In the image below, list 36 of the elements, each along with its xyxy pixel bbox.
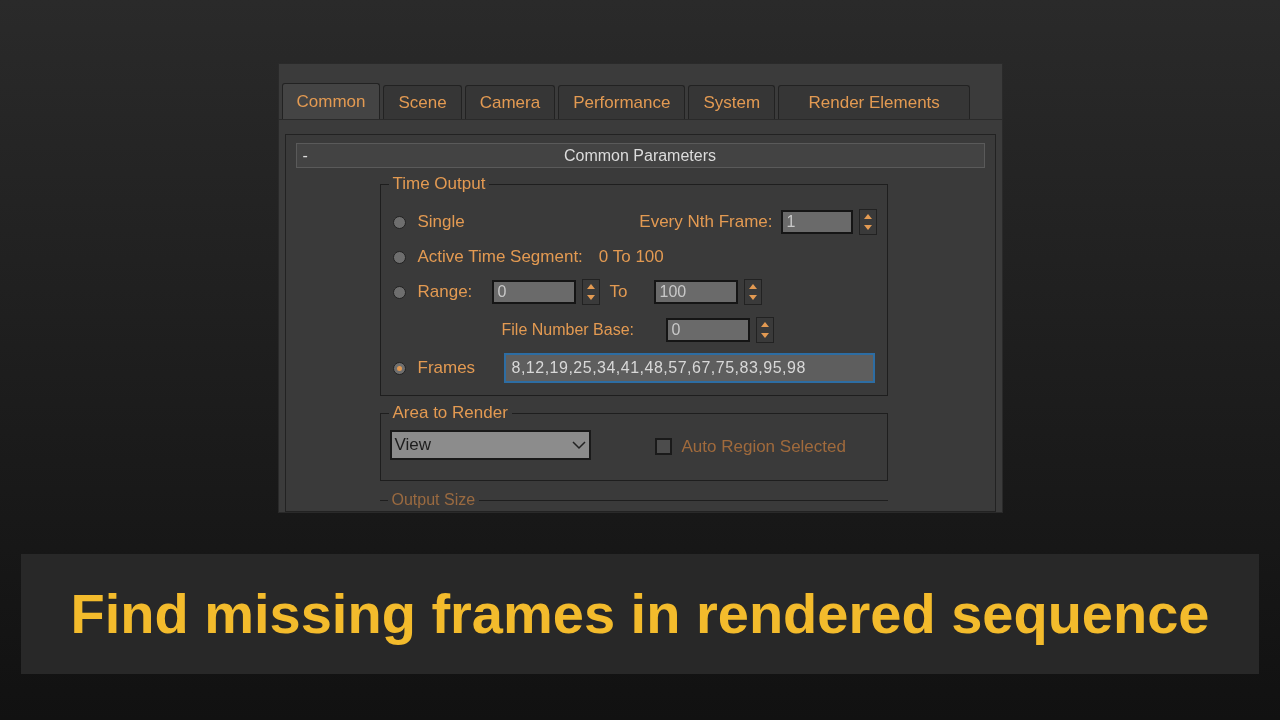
frames-field[interactable]: 8,12,19,25,34,41,48,57,67,75,83,95,98: [503, 353, 875, 383]
segment-value: 0 To 100: [598, 246, 664, 269]
radio-button[interactable]: [392, 215, 406, 229]
tab[interactable]: Render Elements: [778, 85, 971, 119]
number-field[interactable]: 0: [665, 318, 750, 342]
field-label: To: [609, 281, 629, 304]
field-label: File Number Base:: [501, 320, 635, 340]
spinner-icon[interactable]: [743, 279, 762, 305]
chevron-down-icon: [571, 440, 586, 450]
field-label: Every Nth Frame:: [639, 211, 773, 234]
spinner-icon[interactable]: [581, 279, 600, 305]
tab[interactable]: System: [688, 85, 776, 119]
spinner-icon[interactable]: [755, 317, 774, 343]
option-label: Frames: [417, 357, 477, 380]
tab[interactable]: Performance: [558, 85, 686, 119]
group-title: Time Output: [388, 174, 490, 194]
checkbox-label: Auto Region Selected: [681, 436, 846, 458]
option-label: Single: [417, 211, 465, 234]
number-field[interactable]: 100: [653, 280, 738, 304]
caption-text: Find missing frames in rendered sequence: [70, 581, 1210, 647]
radio-button[interactable]: [392, 285, 406, 299]
area-dropdown[interactable]: View: [389, 430, 591, 460]
radio-button[interactable]: [392, 250, 406, 264]
number-field[interactable]: 1: [780, 210, 853, 234]
tab[interactable]: Scene: [383, 85, 462, 119]
rollout-header[interactable]: - Common Parameters: [295, 143, 985, 168]
number-field[interactable]: 0: [491, 280, 576, 304]
group-title: Output Size: [387, 490, 480, 510]
tab[interactable]: Camera: [464, 85, 556, 119]
option-label: Range:: [417, 281, 474, 304]
collapse-toggle[interactable]: -: [302, 143, 315, 168]
option-label: Active Time Segment:: [417, 246, 583, 269]
rollout-title: Common Parameters: [563, 145, 716, 166]
spinner-icon[interactable]: [858, 209, 877, 235]
radio-button[interactable]: [392, 361, 406, 375]
tab[interactable]: Common: [281, 83, 381, 119]
